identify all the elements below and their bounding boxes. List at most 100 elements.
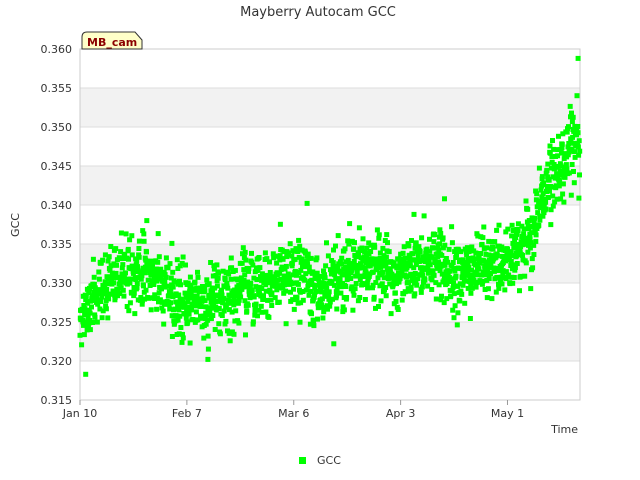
data-point [522,273,528,279]
x-axis-title: Time [550,423,578,436]
legend[interactable]: GCC [299,454,341,467]
data-point [228,276,234,282]
plot-bands [80,88,580,361]
data-point [314,255,320,261]
data-point [458,249,464,255]
data-point [111,280,116,286]
data-point [294,295,300,301]
data-point [162,279,168,285]
data-point [216,321,222,327]
y-tick-label: 0.315 [41,394,73,407]
data-point [304,200,310,206]
data-point [412,271,418,276]
data-point [283,321,289,327]
data-point [442,196,447,202]
data-point [548,222,554,228]
data-point [195,274,201,280]
data-point [351,292,357,298]
data-point [202,288,208,294]
data-point [468,290,474,296]
y-tick-label: 0.360 [41,43,73,56]
data-point [300,297,306,303]
data-point [523,260,529,266]
data-point [169,334,175,339]
data-point [427,236,432,242]
data-point [248,280,254,286]
data-point [136,254,142,260]
data-point [121,293,127,299]
y-axis-title: GCC [9,213,22,237]
data-point [320,315,326,321]
data-point [297,319,303,325]
data-point [438,231,444,236]
data-point [277,221,283,227]
data-point [232,267,238,273]
data-point [496,285,502,291]
data-point [476,266,482,272]
data-point [187,340,193,346]
data-point [269,303,275,308]
data-point [462,278,468,284]
data-point [576,138,582,144]
data-point [409,238,414,243]
data-point [221,296,227,302]
data-point [245,302,251,308]
data-point [89,304,94,310]
data-point [380,269,386,275]
data-point [217,331,223,337]
data-point [242,249,248,255]
data-point [418,289,424,295]
data-point [180,254,186,260]
data-point [533,238,539,244]
data-point [569,119,575,125]
data-point [148,307,154,313]
data-point [432,232,438,237]
data-point [341,307,347,313]
data-point [543,206,549,212]
data-point [205,346,211,352]
data-point [276,299,282,305]
data-point [545,195,551,200]
data-point [494,253,500,259]
data-point [462,300,468,306]
data-point [577,148,583,154]
data-point [536,165,542,171]
data-point [571,180,577,186]
data-point [154,306,160,312]
data-point [205,333,211,339]
data-point [453,273,459,279]
data-point [334,306,340,312]
data-point [83,371,89,377]
data-point [385,240,390,246]
data-point [250,319,256,325]
x-tick-label: Jan 10 [62,407,97,420]
x-tick-label: May 1 [491,407,524,420]
data-point [141,283,146,289]
data-point [305,251,311,257]
data-point [90,320,95,325]
data-point [128,276,134,282]
data-point [331,341,337,347]
y-tick-label: 0.355 [41,82,73,95]
data-point [532,215,537,221]
data-point [98,299,104,304]
data-point [509,222,515,228]
data-point [136,238,142,244]
data-point [352,286,358,292]
data-point [575,55,581,61]
data-point [499,281,505,287]
x-tick-label: Apr 3 [386,407,416,420]
data-point [193,309,199,315]
data-point [228,255,234,261]
data-point [399,297,405,303]
data-point [295,281,301,287]
data-point [360,236,366,242]
data-point [283,263,289,269]
data-point [170,269,176,275]
legend-label-gcc: GCC [317,454,341,467]
data-point [87,310,93,316]
data-point [575,144,581,150]
data-point [528,286,534,292]
data-point [411,211,417,217]
data-point [227,338,233,344]
